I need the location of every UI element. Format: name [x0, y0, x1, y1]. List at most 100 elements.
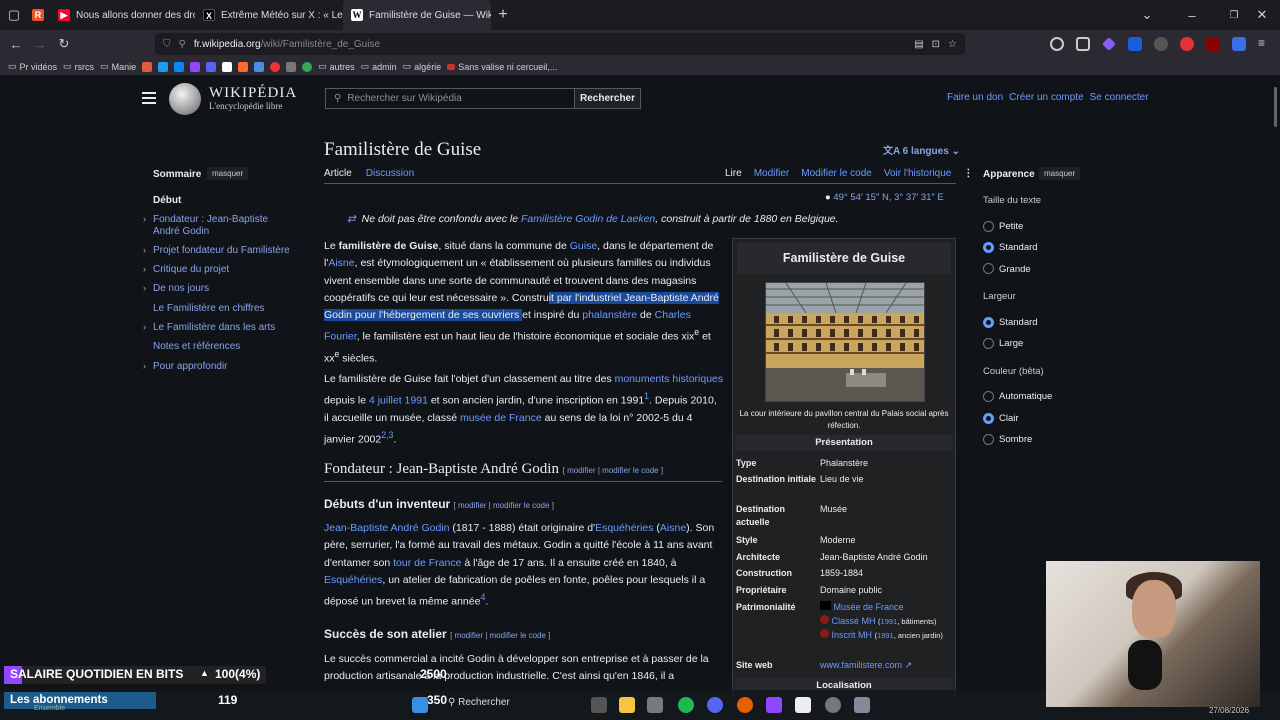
privacy-icon[interactable]: [1154, 37, 1168, 51]
radio-standard-width[interactable]: [983, 317, 994, 328]
windows-start-icon[interactable]: [412, 697, 428, 713]
bookmark-site-icon[interactable]: [158, 61, 169, 72]
chevron-right-icon[interactable]: ›: [143, 214, 146, 224]
radio-automatique[interactable]: [983, 391, 994, 402]
bookmark-folder[interactable]: ▭ admin: [361, 61, 397, 72]
bookmark-site-icon[interactable]: [206, 61, 217, 72]
minimize-icon[interactable]: –: [1180, 3, 1204, 27]
back-icon[interactable]: ←: [4, 32, 28, 56]
bookmark-folder[interactable]: ▭ Pr vidéos: [8, 61, 57, 72]
taskbar-search[interactable]: ⚲ Rechercher: [448, 697, 510, 708]
firefox-icon[interactable]: [737, 697, 753, 713]
new-tab-icon[interactable]: +: [491, 3, 515, 27]
maximize-icon[interactable]: ❐: [1222, 3, 1246, 27]
settings-icon[interactable]: [854, 697, 870, 713]
bookmark-star-icon[interactable]: ☆: [948, 39, 957, 50]
wikipedia-wordmark[interactable]: WIKIPÉDIA: [209, 85, 297, 102]
reader-view-icon[interactable]: ▤: [914, 39, 923, 50]
app-icon[interactable]: [647, 697, 663, 713]
radio-clair[interactable]: [983, 413, 994, 424]
tab-overview-icon[interactable]: ▢: [2, 3, 26, 27]
twitch-icon[interactable]: [766, 697, 782, 713]
toc-item-notes[interactable]: Notes et références: [153, 341, 240, 353]
forward-icon[interactable]: →: [28, 32, 52, 56]
toc-item-de-nos-jours[interactable]: De nos jours: [153, 283, 209, 295]
infobox-value-link[interactable]: Phalanstère: [820, 457, 950, 470]
extensions-icon[interactable]: [1076, 37, 1090, 51]
bookmark-link[interactable]: Sans valise ni cercueil,...: [447, 62, 557, 72]
more-actions-icon[interactable]: ⋮: [963, 168, 973, 179]
toc-item-critique[interactable]: Critique du projet: [153, 264, 229, 276]
spotify-icon[interactable]: [678, 697, 694, 713]
chevron-right-icon[interactable]: ›: [143, 264, 146, 274]
bookmark-site-icon[interactable]: [254, 61, 265, 72]
toc-hide-button[interactable]: masquer: [207, 167, 249, 180]
bookmark-folder[interactable]: ▭ algérie: [403, 61, 442, 72]
tab-lire[interactable]: Lire: [725, 168, 742, 179]
bookmark-site-icon[interactable]: [174, 61, 185, 72]
proton-icon[interactable]: [1102, 37, 1116, 51]
language-button[interactable]: 文A 6 langues ⌄: [883, 142, 960, 157]
bookmark-site-icon[interactable]: [142, 61, 153, 72]
tab-list-icon[interactable]: ⌄: [1135, 3, 1159, 27]
adblock-plus-icon[interactable]: [1180, 37, 1194, 51]
bookmark-folder[interactable]: ▭ autres: [318, 61, 355, 72]
donate-link[interactable]: Faire un don: [947, 92, 1003, 103]
tab-modifier[interactable]: Modifier: [754, 168, 790, 179]
chevron-right-icon[interactable]: ›: [143, 245, 146, 255]
toc-item-debut[interactable]: Début: [153, 195, 181, 207]
tab-historique[interactable]: Voir l'historique: [884, 168, 952, 179]
discord-icon[interactable]: [707, 697, 723, 713]
radio-sombre[interactable]: [983, 434, 994, 445]
create-account-link[interactable]: Créer un compte: [1009, 92, 1083, 103]
chevron-right-icon[interactable]: ›: [143, 361, 146, 371]
radio-large[interactable]: [983, 338, 994, 349]
toc-item-arts[interactable]: Le Familistère dans les arts: [153, 322, 275, 334]
obs-icon[interactable]: [825, 697, 841, 713]
chevron-right-icon[interactable]: ›: [143, 322, 146, 332]
scrollbar[interactable]: [1274, 87, 1277, 127]
tab-modifier-code[interactable]: Modifier le code: [801, 168, 872, 179]
account-icon[interactable]: [1050, 37, 1064, 51]
toc-item-approfondir[interactable]: Pour approfondir: [153, 361, 228, 373]
hatnote-link[interactable]: Familistère Godin de Laeken: [521, 213, 655, 225]
url-bar[interactable]: ⛉ ⚲ fr.wikipedia.org/wiki/Familistère_de…: [155, 33, 965, 55]
bookmark-site-icon[interactable]: [238, 61, 249, 72]
file-explorer-icon[interactable]: [619, 697, 635, 713]
pinned-tab-icon[interactable]: R: [26, 3, 50, 27]
website-link[interactable]: www.familistere.com: [820, 660, 902, 670]
reload-icon[interactable]: ↻: [52, 32, 76, 56]
bookmark-folder[interactable]: ▭ rsrcs: [63, 61, 94, 72]
toc-item-chiffres[interactable]: Le Familistère en chiffres: [153, 303, 265, 315]
bookmark-site-icon[interactable]: [222, 61, 233, 72]
browser-tab-1[interactable]: ▶ Nous allons donner des droits à ✕: [50, 0, 195, 30]
screenshot-icon[interactable]: ⊡: [932, 39, 940, 50]
wikipedia-logo[interactable]: [169, 83, 201, 115]
task-view-icon[interactable]: [591, 697, 607, 713]
login-link[interactable]: Se connecter: [1090, 92, 1149, 103]
menu-icon[interactable]: ≡: [1258, 37, 1272, 51]
chevron-right-icon[interactable]: ›: [143, 283, 146, 293]
bookmark-site-icon[interactable]: [190, 61, 201, 72]
bookmark-site-icon[interactable]: [270, 61, 281, 72]
search-input[interactable]: ⚲ Rechercher sur Wikipédia: [325, 88, 575, 109]
bookmark-folder[interactable]: ▭ Manie: [100, 61, 136, 72]
radio-grande[interactable]: [983, 263, 994, 274]
close-window-icon[interactable]: ✕: [1250, 3, 1274, 27]
radio-standard-size[interactable]: [983, 242, 994, 253]
ublock-icon[interactable]: [1206, 37, 1220, 51]
browser-tab-2[interactable]: X Extrême Météo sur X : « Les ind ✕: [195, 0, 343, 30]
tab-article[interactable]: Article: [324, 168, 352, 179]
main-menu-icon[interactable]: [142, 92, 156, 107]
appearance-hide-button[interactable]: masquer: [1039, 167, 1081, 180]
bookmark-site-icon[interactable]: [302, 61, 313, 72]
coordinates[interactable]: ● 49° 54′ 15″ N, 3° 37′ 31″ E: [825, 192, 944, 203]
container-icon[interactable]: [1232, 37, 1246, 51]
toc-item-fondateur[interactable]: Fondateur : Jean-Baptiste André Godin: [153, 214, 293, 238]
document-icon[interactable]: [795, 697, 811, 713]
browser-tab-3[interactable]: W Familistère de Guise — Wikipédi ✕: [343, 0, 491, 30]
tab-discussion[interactable]: Discussion: [366, 168, 414, 179]
search-button[interactable]: Rechercher: [574, 88, 641, 109]
bitwarden-icon[interactable]: [1128, 37, 1142, 51]
radio-petite[interactable]: [983, 221, 994, 232]
